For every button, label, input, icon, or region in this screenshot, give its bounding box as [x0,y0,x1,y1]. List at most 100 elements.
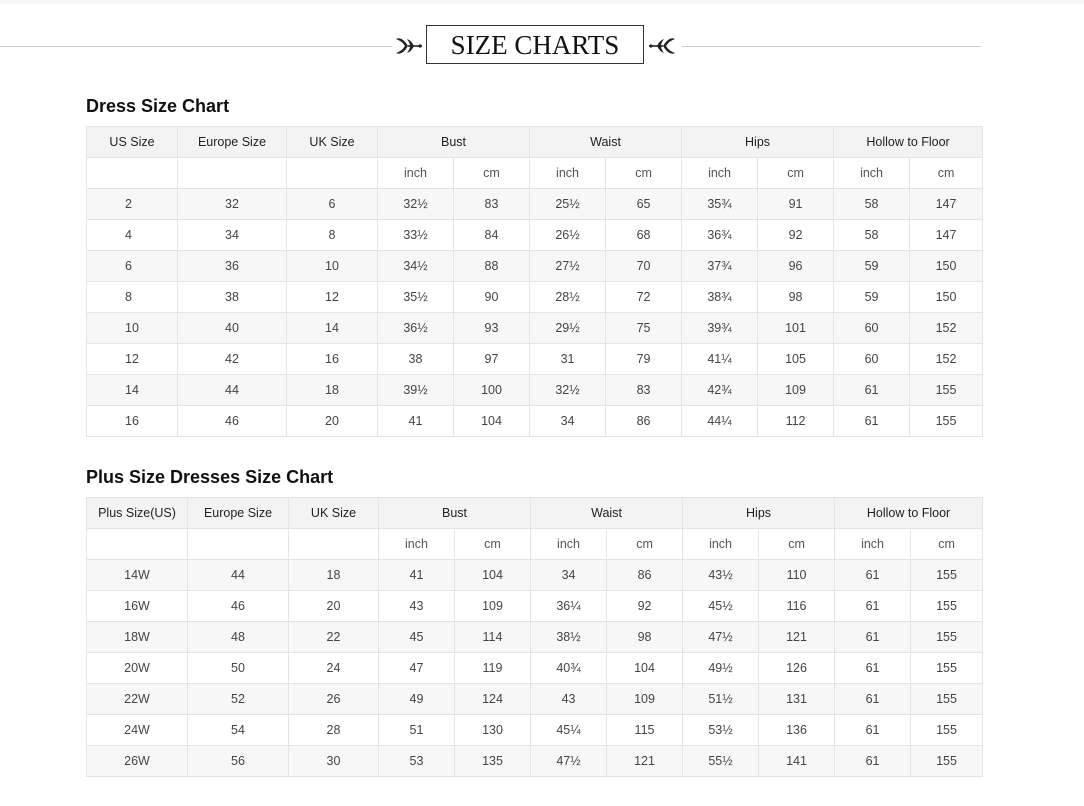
header-hollow-to-floor: Hollow to Floor [834,497,984,529]
table-cell: 155 [910,714,984,746]
table-cell: 46 [187,590,289,622]
table-cell: 116 [758,590,836,622]
plus-size-table: Plus Size(US) Europe Size UK Size Bust W… [86,497,984,777]
table-cell: 48 [187,621,289,653]
table-cell: 24 [288,652,379,684]
unit-cell: cm [605,157,683,189]
ornament-right-icon [649,38,675,54]
table-cell: 20 [286,405,378,437]
table-cell: 29½ [529,312,607,344]
table-row: 10 40 14 36½ 93 29½ 75 39¾ 101 60 152 [86,312,984,344]
header-hips: Hips [682,497,836,529]
table-cell: 104 [606,652,684,684]
table-cell: 41 [378,559,455,591]
table-cell: 92 [606,590,684,622]
table-cell: 43 [378,590,455,622]
table-cell: 55½ [682,745,760,777]
table-cell: 59 [833,281,911,313]
table-cell: 96 [757,250,835,282]
table-cell: 16 [86,405,178,437]
table-cell: 44¼ [681,405,759,437]
table-cell: 45 [378,621,455,653]
table-cell: 53 [378,745,455,777]
size-charts-header: SIZE CHARTS [0,25,1084,67]
table-cell: 60 [833,312,911,344]
table-cell: 58 [833,219,911,251]
unit-cell: inch [834,528,912,560]
table-cell: 155 [910,559,984,591]
table-cell: 112 [757,405,835,437]
table-cell: 38¾ [681,281,759,313]
table-cell: 104 [452,405,531,437]
table-cell: 92 [757,219,835,251]
table-cell: 86 [605,405,683,437]
table-cell: 98 [606,621,684,653]
header-waist: Waist [530,497,684,529]
table-cell: 152 [909,312,984,344]
table-cell: 131 [758,683,836,715]
table-cell: 16W [86,590,188,622]
table-cell: 39¾ [681,312,759,344]
table-cell: 28½ [529,281,607,313]
dress-size-chart-title: Dress Size Chart [86,96,230,116]
table-cell: 124 [453,683,532,715]
table-cell: 50 [187,652,289,684]
header-europe-size: Europe Size [187,497,289,529]
unit-cell: cm [910,528,984,560]
table-cell: 40 [177,312,287,344]
table-cell: 6 [286,188,378,220]
table-cell: 20 [288,590,379,622]
table-cell: 61 [833,405,911,437]
table-row: 2 32 6 32½ 83 25½ 65 35¾ 91 58 147 [86,188,984,220]
dress-units-row: inch cm inch cm inch cm inch cm [86,157,984,189]
unit-cell [177,157,287,189]
table-cell: 97 [452,343,531,375]
header-waist: Waist [529,126,683,158]
table-cell: 2 [86,188,178,220]
table-cell: 150 [909,250,984,282]
unit-cell: inch [530,528,608,560]
unit-cell: cm [757,157,835,189]
table-cell: 27½ [529,250,607,282]
table-cell: 59 [833,250,911,282]
table-cell: 8 [86,281,178,313]
table-cell: 26W [86,745,188,777]
table-cell: 31 [529,343,607,375]
table-cell: 47 [378,652,455,684]
table-cell: 104 [453,559,532,591]
table-cell: 32 [177,188,287,220]
dress-size-table: US Size Europe Size UK Size Bust Waist H… [86,126,984,437]
table-row: 16 46 20 41 104 34 86 44¼ 112 61 155 [86,405,984,437]
table-cell: 18W [86,621,188,653]
table-cell: 110 [758,559,836,591]
table-cell: 51½ [682,683,760,715]
table-cell: 35½ [377,281,454,313]
table-row: 22W 52 26 49 124 43 109 51½ 131 61 155 [86,683,984,715]
table-cell: 155 [909,405,984,437]
table-cell: 61 [834,590,912,622]
table-cell: 61 [833,374,911,406]
unit-cell: inch [833,157,911,189]
header-plus-size-us: Plus Size(US) [86,497,188,529]
table-cell: 147 [909,219,984,251]
table-cell: 100 [452,374,531,406]
table-cell: 75 [605,312,683,344]
table-row: 6 36 10 34½ 88 27½ 70 37¾ 96 59 150 [86,250,984,282]
header-hollow-to-floor: Hollow to Floor [833,126,984,158]
table-cell: 40¾ [530,652,608,684]
table-cell: 34 [529,405,607,437]
table-cell: 42¾ [681,374,759,406]
table-cell: 32½ [529,374,607,406]
header-us-size: US Size [86,126,178,158]
table-cell: 14W [86,559,188,591]
table-row: 8 38 12 35½ 90 28½ 72 38¾ 98 59 150 [86,281,984,313]
table-cell: 155 [910,683,984,715]
table-cell: 84 [452,219,531,251]
table-cell: 109 [453,590,532,622]
table-cell: 47½ [530,745,608,777]
table-cell: 24W [86,714,188,746]
table-cell: 83 [605,374,683,406]
table-cell: 38 [377,343,454,375]
table-cell: 155 [910,745,984,777]
table-cell: 36¾ [681,219,759,251]
